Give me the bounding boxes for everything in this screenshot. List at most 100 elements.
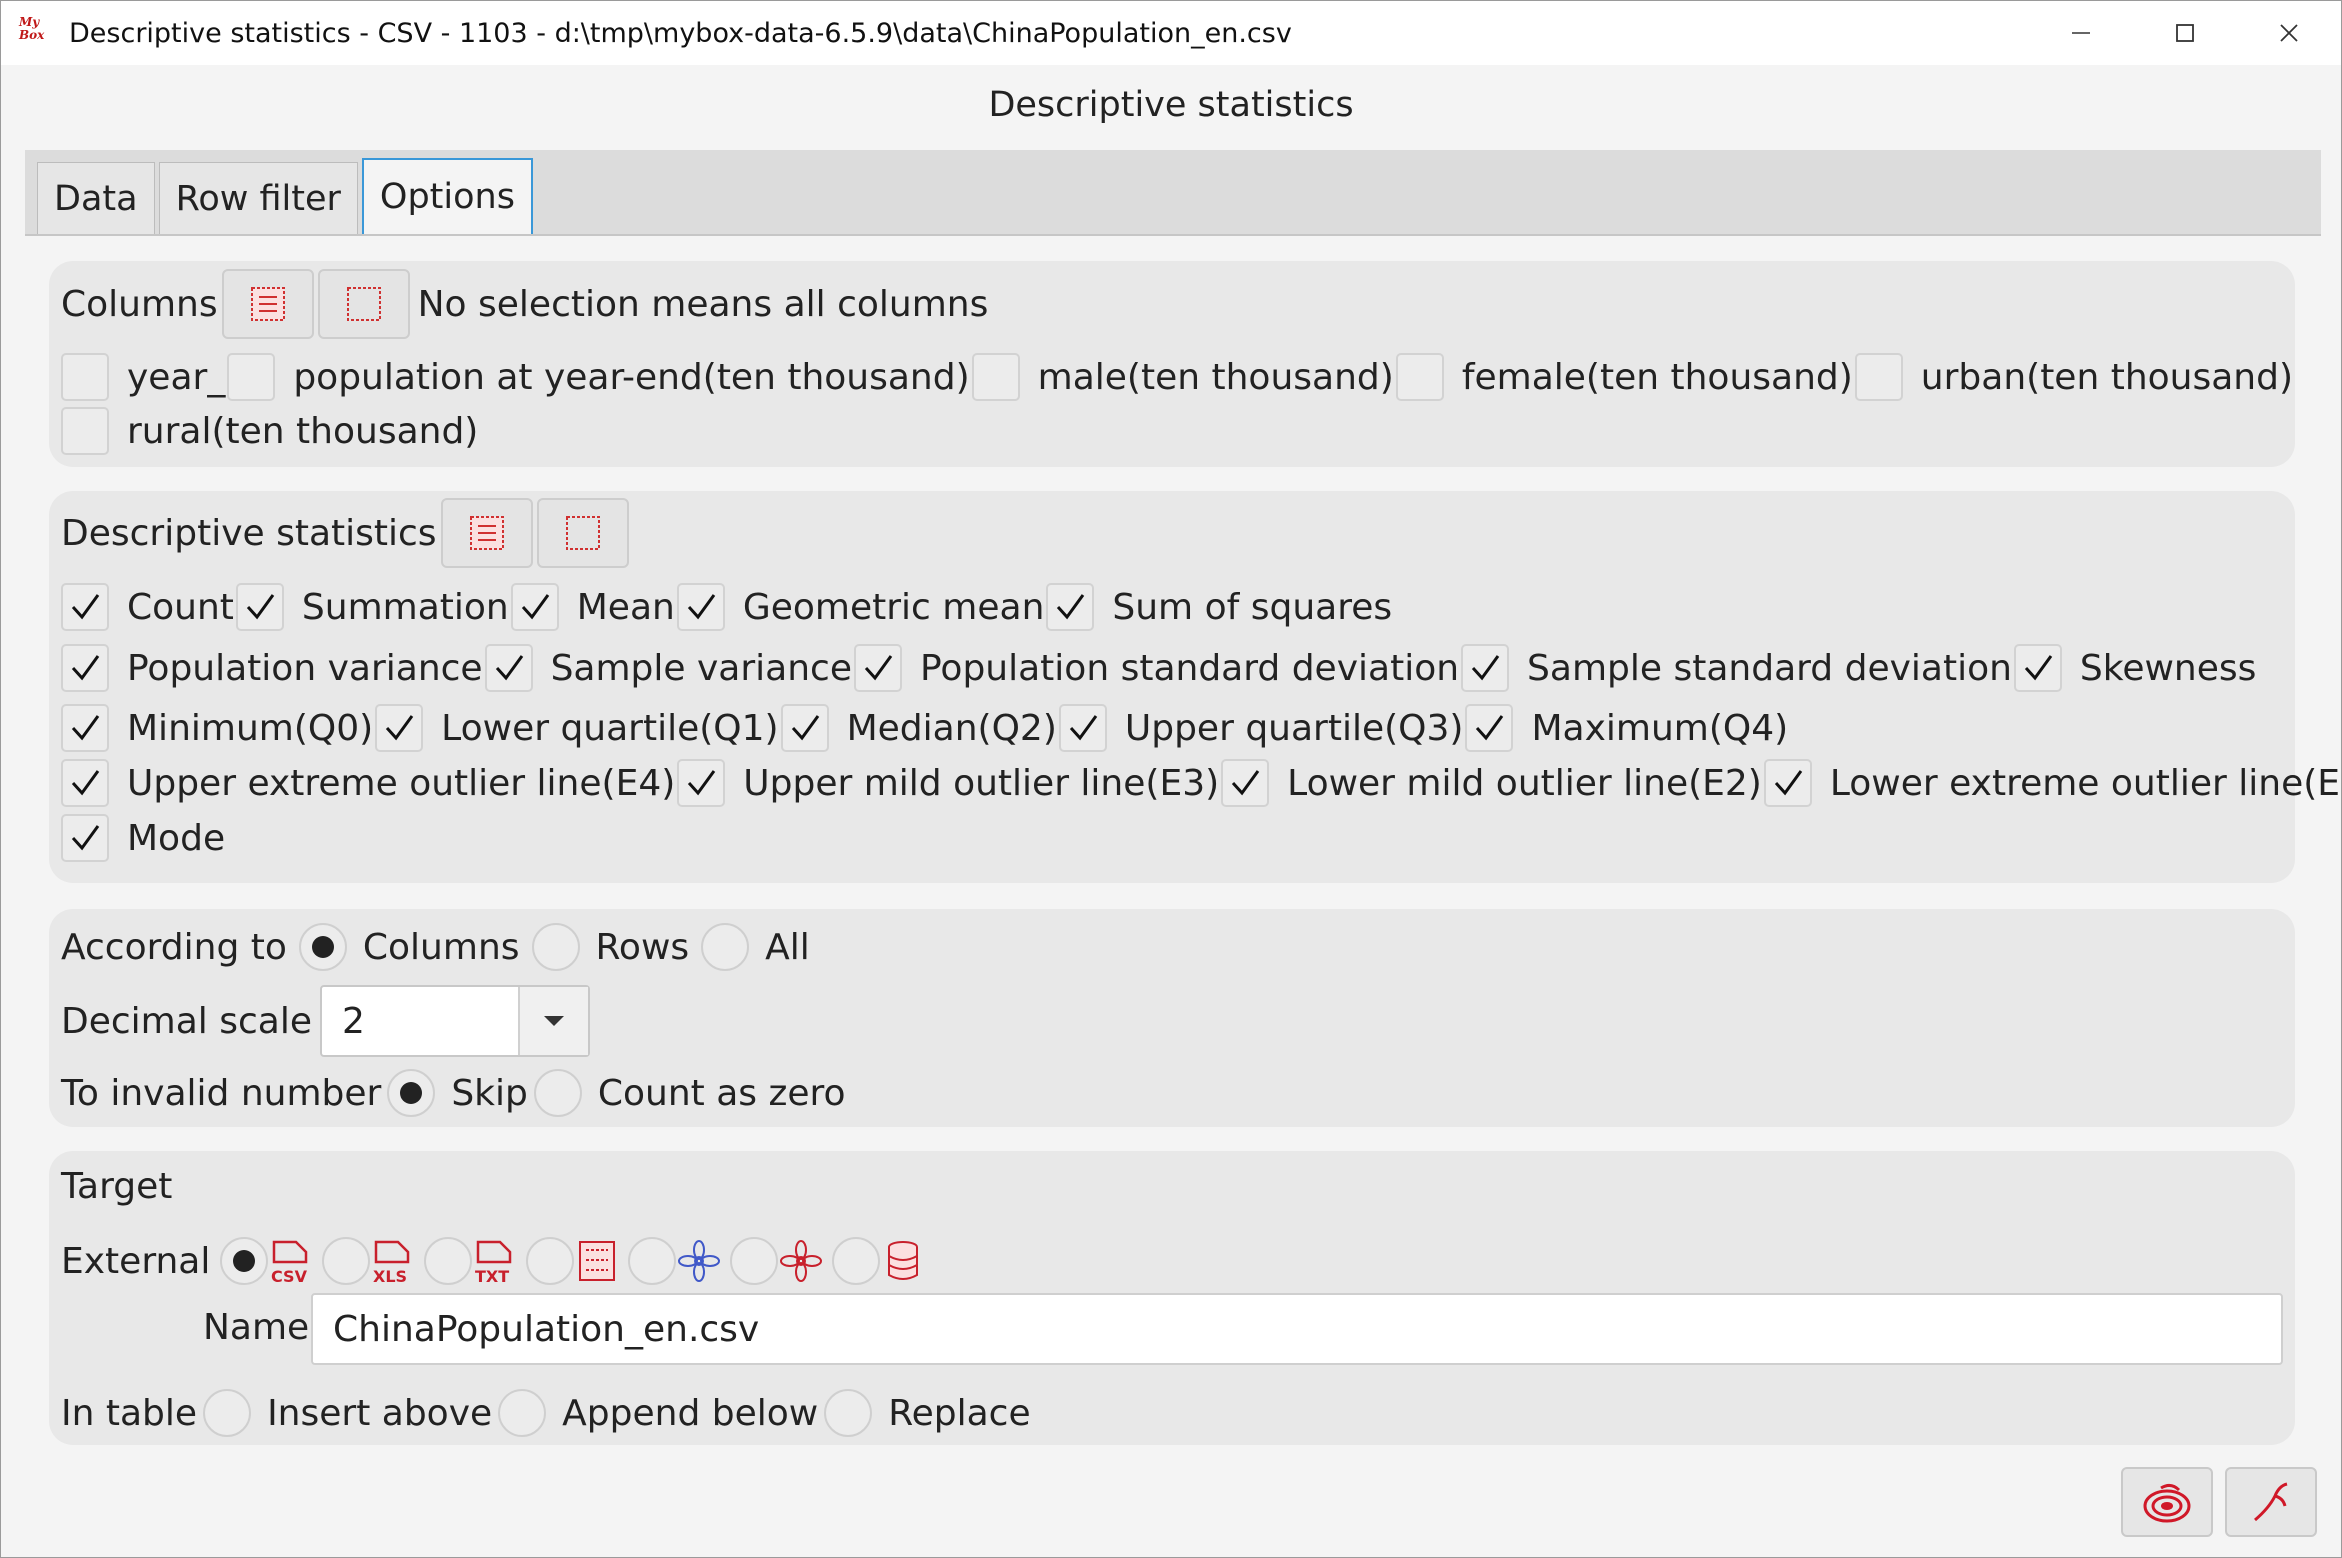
- column-checkbox-population[interactable]: population at year-end(ten thousand): [227, 353, 971, 401]
- stat-checkbox-item[interactable]: Sample variance: [484, 644, 854, 692]
- stat-checkbox-item[interactable]: Upper mild outlier line(E3): [677, 759, 1221, 807]
- stat-checkbox-item[interactable]: Lower mild outlier line(E2): [1221, 759, 1764, 807]
- stat-checkbox-item[interactable]: Upper quartile(Q3): [1058, 704, 1466, 752]
- checkbox[interactable]: [61, 644, 109, 692]
- column-checkbox-year[interactable]: year_: [61, 353, 227, 401]
- append-below-radio[interactable]: [498, 1389, 547, 1437]
- checkbox[interactable]: [677, 759, 726, 807]
- stat-checkbox-item[interactable]: Population variance: [61, 644, 485, 692]
- dropdown-arrow[interactable]: [518, 987, 588, 1055]
- format-radio-database[interactable]: [832, 1237, 881, 1285]
- checkbox[interactable]: [1058, 704, 1107, 752]
- checkbox-label: population at year-end(ten thousand): [293, 356, 970, 398]
- column-checkbox-urban[interactable]: urban(ten thousand): [1854, 353, 2295, 401]
- column-checkbox-female[interactable]: female(ten thousand): [1395, 353, 1855, 401]
- checkbox-label: Median(Q2): [846, 707, 1057, 749]
- checkbox[interactable]: [61, 759, 109, 807]
- checkbox[interactable]: [676, 583, 725, 631]
- checkbox-label: Sample variance: [550, 647, 852, 689]
- format-radio-csv[interactable]: [220, 1237, 269, 1285]
- minimize-button[interactable]: [2029, 1, 2133, 65]
- replace-radio[interactable]: [824, 1389, 873, 1437]
- options-panel: According to Columns Rows All Decimal sc…: [49, 909, 2295, 1127]
- check-icon: [71, 825, 100, 851]
- minimize-icon: [2072, 32, 2090, 34]
- according-columns-radio[interactable]: [298, 923, 347, 971]
- stat-checkbox-item[interactable]: Mean: [510, 583, 677, 631]
- close-button[interactable]: [2237, 1, 2341, 65]
- checkbox[interactable]: [1395, 353, 1444, 401]
- function-button[interactable]: [2225, 1467, 2317, 1537]
- checkbox[interactable]: [510, 583, 559, 631]
- format-radio-txt[interactable]: [424, 1237, 473, 1285]
- select-all-stats-button[interactable]: [440, 498, 533, 568]
- stat-checkbox-item[interactable]: Geometric mean: [676, 583, 1047, 631]
- tab-row-filter[interactable]: Row filter: [158, 162, 358, 234]
- stat-checkbox-item[interactable]: Skewness: [2013, 644, 2258, 692]
- format-radio-red-flower[interactable]: [730, 1237, 779, 1285]
- stat-checkbox-item[interactable]: Population standard deviation: [854, 644, 1461, 692]
- stat-checkbox-item[interactable]: Minimum(Q0): [61, 704, 375, 752]
- clear-stats-button[interactable]: [536, 498, 629, 568]
- format-radio-xls[interactable]: [322, 1237, 371, 1285]
- start-button[interactable]: [2121, 1467, 2213, 1537]
- stat-checkbox-item[interactable]: Count: [61, 583, 236, 631]
- according-rows-radio[interactable]: [531, 923, 580, 971]
- stat-checkbox-item[interactable]: Median(Q2): [780, 704, 1059, 752]
- according-all-radio[interactable]: [701, 923, 750, 971]
- checkbox[interactable]: [61, 814, 109, 862]
- format-radio-blue-flower[interactable]: [628, 1237, 677, 1285]
- checkbox[interactable]: [854, 644, 902, 692]
- target-name-input[interactable]: ChinaPopulation_en.csv: [311, 1293, 2283, 1365]
- check-icon: [495, 655, 523, 681]
- checkbox[interactable]: [375, 704, 424, 752]
- stat-checkbox-item[interactable]: Maximum(Q4): [1465, 704, 1790, 752]
- select-none-icon: [565, 516, 600, 550]
- insert-above-radio[interactable]: [203, 1389, 252, 1437]
- format-radio-matrix[interactable]: [526, 1237, 575, 1285]
- maximize-button[interactable]: [2133, 1, 2237, 65]
- csv-icon: CSV: [268, 1238, 322, 1284]
- column-checkbox-rural[interactable]: rural(ten thousand): [61, 407, 480, 455]
- select-all-columns-button[interactable]: [221, 269, 314, 339]
- checkbox[interactable]: [61, 407, 109, 455]
- check-icon: [864, 655, 893, 681]
- checkbox[interactable]: [484, 644, 533, 692]
- stat-checkbox-item[interactable]: Lower quartile(Q1): [375, 704, 780, 752]
- invalid-zero-radio[interactable]: [533, 1069, 582, 1117]
- svg-text:CSV: CSV: [271, 1267, 308, 1284]
- select-all-icon: [250, 287, 285, 321]
- checkbox[interactable]: [1854, 353, 1903, 401]
- decimal-scale-combo[interactable]: 2: [320, 985, 590, 1057]
- checkbox[interactable]: [971, 353, 1020, 401]
- stat-checkbox-item[interactable]: Mode: [61, 814, 227, 862]
- checkbox[interactable]: [2013, 644, 2062, 692]
- stat-checkbox-item[interactable]: Lower extreme outlier line(E1): [1763, 759, 2342, 807]
- title-bar[interactable]: My Box Descriptive statistics - CSV - 11…: [1, 1, 2341, 65]
- checkbox[interactable]: [61, 583, 109, 631]
- checkbox[interactable]: [1763, 759, 1812, 807]
- column-checkbox-male[interactable]: male(ten thousand): [971, 353, 1396, 401]
- checkbox[interactable]: [1046, 583, 1095, 631]
- stat-checkbox-item[interactable]: Summation: [235, 583, 511, 631]
- checkbox[interactable]: [1461, 644, 1510, 692]
- stat-checkbox-item[interactable]: Upper extreme outlier line(E4): [61, 759, 677, 807]
- checkbox-label: Sample standard deviation: [1527, 647, 2012, 689]
- checkbox[interactable]: [235, 583, 284, 631]
- stat-checkbox-item[interactable]: Sample standard deviation: [1461, 644, 2014, 692]
- checkbox-label: Lower quartile(Q1): [441, 707, 779, 749]
- tab-options[interactable]: Options: [361, 158, 533, 234]
- checkbox[interactable]: [61, 353, 109, 401]
- stat-checkbox-item[interactable]: Sum of squares: [1046, 583, 1394, 631]
- clear-columns-button[interactable]: [317, 269, 410, 339]
- checkbox-label: Population variance: [127, 647, 483, 689]
- checkbox[interactable]: [61, 704, 109, 752]
- checkbox[interactable]: [1465, 704, 1514, 752]
- tab-data[interactable]: Data: [37, 162, 155, 234]
- checkbox[interactable]: [227, 353, 276, 401]
- invalid-skip-radio[interactable]: [387, 1069, 436, 1117]
- checkbox-label: Population standard deviation: [920, 647, 1460, 689]
- checkbox-label: year_: [127, 356, 226, 398]
- checkbox[interactable]: [1221, 759, 1270, 807]
- checkbox[interactable]: [780, 704, 829, 752]
